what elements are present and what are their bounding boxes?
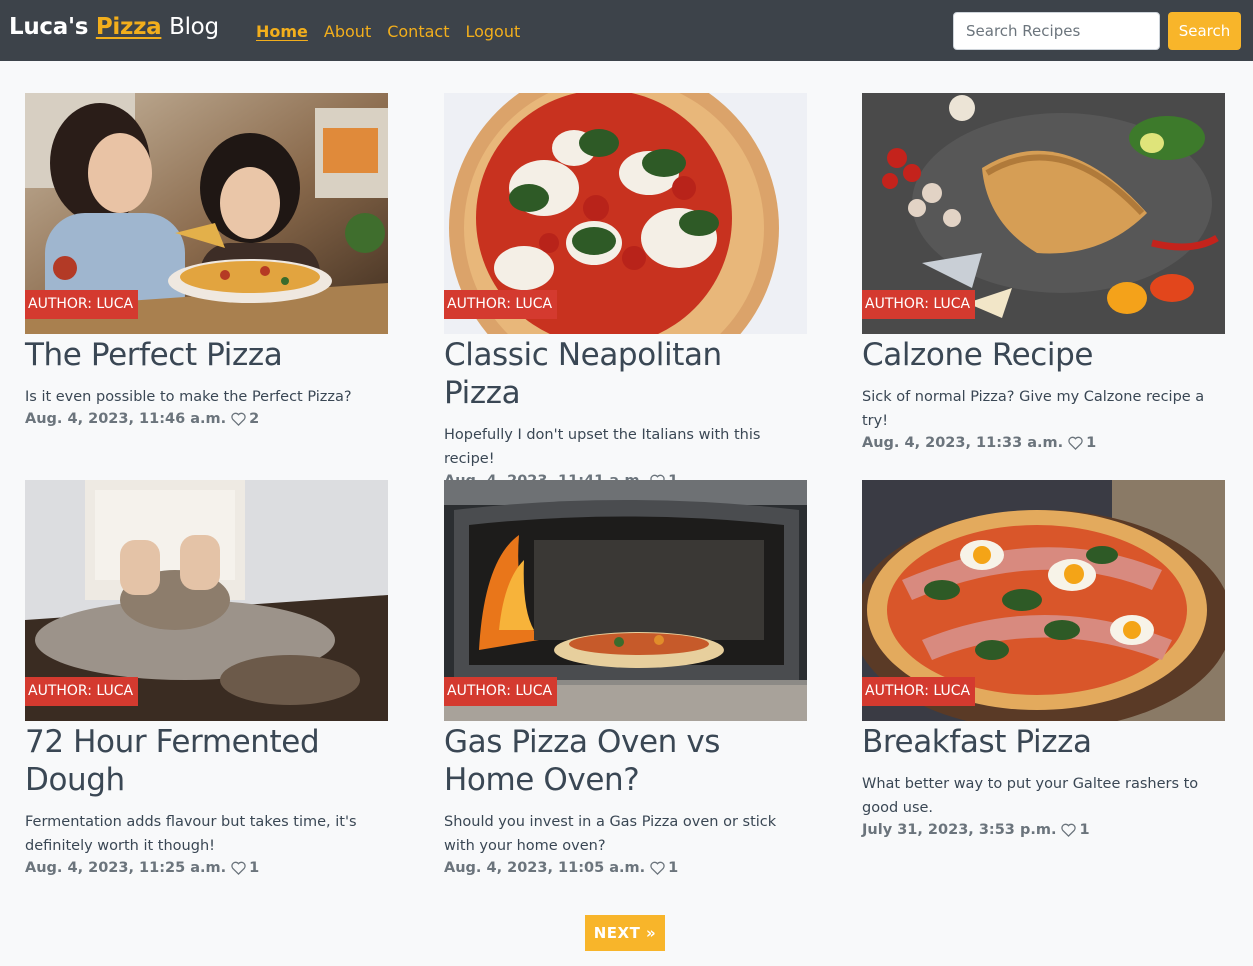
post-date: Aug. 4, 2023, 11:46 a.m. [25, 411, 227, 427]
post-excerpt: What better way to put your Galtee rashe… [862, 776, 1199, 816]
post-card[interactable]: AUTHOR: LUCA Calzone Recipe Sick of norm… [862, 93, 1225, 453]
brand-prefix: Luca's [9, 14, 89, 40]
like-count: 1 [1079, 822, 1090, 838]
post-excerpt: Fermentation adds flavour but takes time… [25, 814, 357, 854]
brand-logo[interactable]: Luca's Pizza Blog [9, 14, 219, 40]
heart-icon [650, 861, 665, 875]
post-excerpt: Hopefully I don't upset the Italians wit… [444, 427, 761, 467]
post-image[interactable]: AUTHOR: LUCA [862, 93, 1225, 334]
post-image[interactable]: AUTHOR: LUCA [25, 480, 388, 721]
author-badge: AUTHOR: LUCA [444, 290, 558, 319]
like-count: 2 [249, 411, 260, 427]
post-title[interactable]: Classic Neapolitan Pizza [444, 336, 807, 412]
post-excerpt: Is it even possible to make the Perfect … [25, 389, 352, 405]
nav-link-about[interactable]: About [324, 22, 371, 41]
post-title[interactable]: Gas Pizza Oven vs Home Oven? [444, 723, 807, 799]
post-card[interactable]: AUTHOR: LUCA Gas Pizza Oven vs Home Oven… [444, 480, 807, 878]
heart-icon [231, 412, 246, 426]
post-date: Aug. 4, 2023, 11:25 a.m. [25, 860, 227, 876]
search-input[interactable] [953, 12, 1160, 50]
heart-icon [1068, 436, 1083, 450]
post-date: Aug. 4, 2023, 11:05 a.m. [444, 860, 646, 876]
post-meta: Aug. 4, 2023, 11:46 a.m. 2 [25, 409, 388, 429]
post-card[interactable]: AUTHOR: LUCA Classic Neapolitan Pizza Ho… [444, 93, 807, 491]
post-excerpt: Sick of normal Pizza? Give my Calzone re… [862, 389, 1205, 429]
post-title[interactable]: The Perfect Pizza [25, 336, 388, 374]
like-count: 1 [249, 860, 260, 876]
post-title[interactable]: Calzone Recipe [862, 336, 1225, 374]
author-badge: AUTHOR: LUCA [25, 677, 139, 706]
post-date: July 31, 2023, 3:53 p.m. [862, 822, 1057, 838]
post-card[interactable]: AUTHOR: LUCA Breakfast Pizza What better… [862, 480, 1225, 840]
post-card[interactable]: AUTHOR: LUCA 72 Hour Fermented Dough Fer… [25, 480, 388, 878]
post-meta: Aug. 4, 2023, 11:05 a.m. 1 [444, 858, 807, 878]
post-excerpt: Should you invest in a Gas Pizza oven or… [444, 814, 777, 854]
post-title[interactable]: Breakfast Pizza [862, 723, 1225, 761]
post-image[interactable]: AUTHOR: LUCA [444, 93, 807, 334]
author-badge: AUTHOR: LUCA [862, 677, 976, 706]
author-badge: AUTHOR: LUCA [444, 677, 558, 706]
post-image[interactable]: AUTHOR: LUCA [25, 93, 388, 334]
post-image[interactable]: AUTHOR: LUCA [444, 480, 807, 721]
post-date: Aug. 4, 2023, 11:33 a.m. [862, 435, 1064, 451]
post-meta: Aug. 4, 2023, 11:25 a.m. 1 [25, 858, 388, 878]
nav-links: Home About Contact Logout [256, 22, 536, 41]
heart-icon [231, 861, 246, 875]
heart-icon [1061, 823, 1077, 837]
search-button[interactable]: Search [1168, 12, 1241, 50]
nav-link-contact[interactable]: Contact [387, 22, 449, 41]
top-navbar: Luca's Pizza Blog Home About Contact Log… [0, 0, 1253, 61]
post-meta: Aug. 4, 2023, 11:33 a.m. 1 [862, 433, 1225, 453]
post-title[interactable]: 72 Hour Fermented Dough [25, 723, 388, 799]
post-image[interactable]: AUTHOR: LUCA [862, 480, 1225, 721]
author-badge: AUTHOR: LUCA [25, 290, 139, 319]
nav-link-home[interactable]: Home [256, 22, 308, 41]
post-meta: July 31, 2023, 3:53 p.m. 1 [862, 820, 1225, 840]
like-count: 1 [1086, 435, 1097, 451]
like-count: 1 [668, 860, 679, 876]
next-page-button[interactable]: NEXT » [585, 915, 665, 951]
author-badge: AUTHOR: LUCA [862, 290, 976, 319]
post-card[interactable]: AUTHOR: LUCA The Perfect Pizza Is it eve… [25, 93, 388, 429]
brand-suffix: Blog [169, 14, 219, 40]
brand-pizza: Pizza [95, 14, 162, 40]
nav-link-logout[interactable]: Logout [465, 22, 520, 41]
